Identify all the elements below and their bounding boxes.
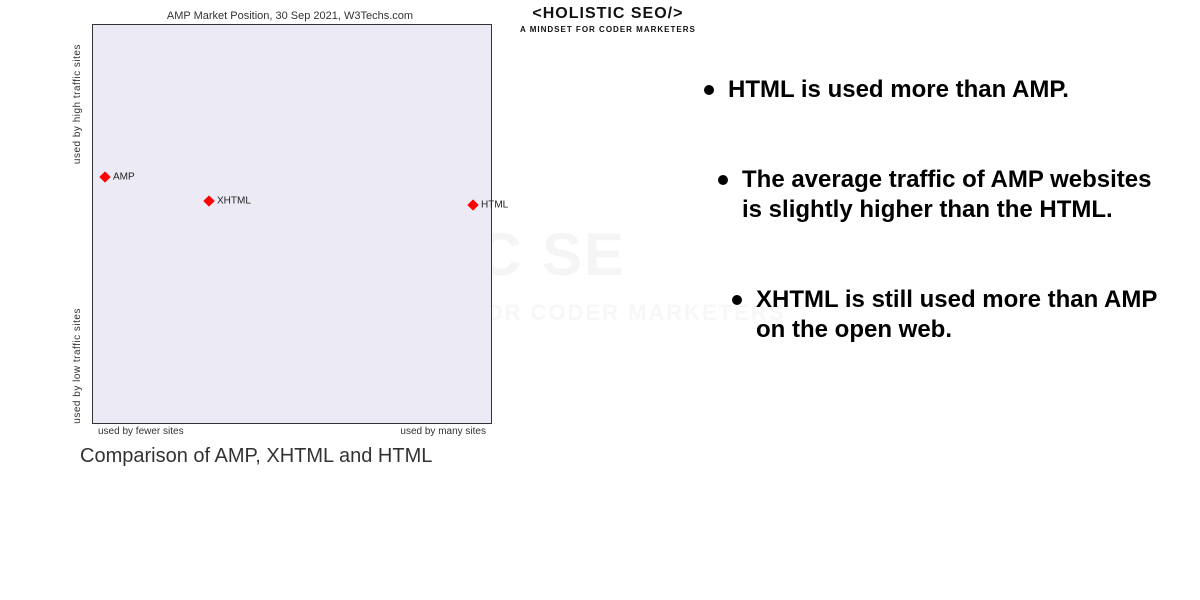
bullet-item: XHTML is still used more than AMP on the… [728,285,1160,345]
brand-header: <HOLISTIC SEO/> A MINDSET FOR CODER MARK… [520,5,696,34]
data-point-label-amp: AMP [113,172,135,183]
data-point-label-xhtml: XHTML [217,196,251,207]
plot-area: AMPXHTMLHTML [92,24,492,424]
data-point-html [467,199,478,210]
bullet-item: The average traffic of AMP websites is s… [714,165,1160,225]
brand-tagline: A MINDSET FOR CODER MARKETERS [520,25,696,34]
chart-title: AMP Market Position, 30 Sep 2021, W3Tech… [80,10,500,22]
data-point-label-html: HTML [481,200,508,211]
bullet-list: HTML is used more than AMP. The average … [700,75,1160,405]
data-point-amp [99,171,110,182]
y-axis-label-bottom: used by low traffic sites [72,308,83,424]
y-axis-label-top: used by high traffic sites [72,44,83,164]
data-point-xhtml [203,195,214,206]
chart-container: AMP Market Position, 30 Sep 2021, W3Tech… [80,10,500,444]
x-axis-label-right: used by many sites [400,426,486,437]
x-axis-label-left: used by fewer sites [98,426,184,437]
plot-outer: used by high traffic sites used by low t… [80,24,500,444]
bullet-item: HTML is used more than AMP. [700,75,1160,105]
brand-name: <HOLISTIC SEO/> [520,5,696,23]
chart-caption: Comparison of AMP, XHTML and HTML [80,445,432,468]
x-axis-labels: used by fewer sites used by many sites [92,426,492,437]
